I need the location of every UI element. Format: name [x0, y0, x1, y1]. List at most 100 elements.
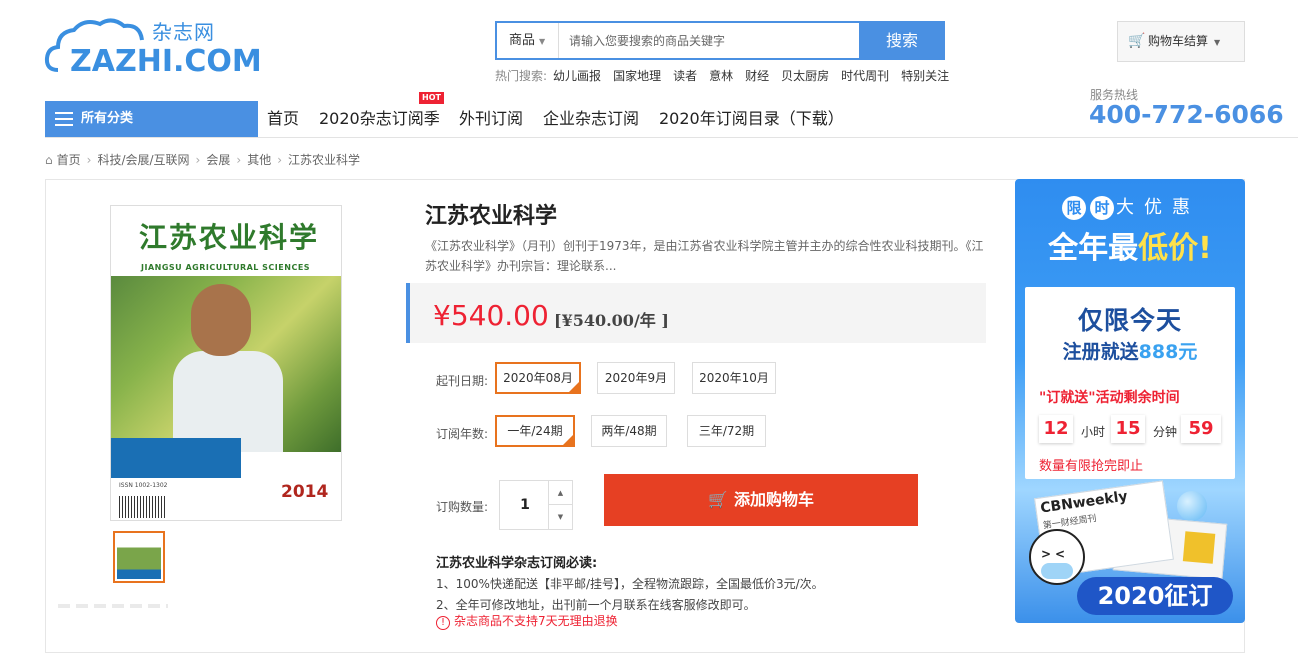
breadcrumb-item: 江苏农业科学	[288, 153, 361, 167]
cover-isbn: ISSN 1002-1302	[119, 482, 168, 489]
search-input[interactable]	[559, 23, 861, 58]
promo-headline-char: 限	[1062, 196, 1086, 220]
promo-lowest-price-a: 全年最	[1048, 231, 1139, 266]
cart-icon: 🛒	[1128, 33, 1146, 49]
breadcrumb: ⌂ 首页 › 科技/会展/互联网 › 会展 › 其他 › 江苏农业科学	[45, 151, 360, 168]
cover-thumbnail[interactable]	[113, 531, 165, 583]
decrement-icon[interactable]: ▼	[548, 505, 572, 529]
quantity-value[interactable]: 1	[500, 481, 550, 529]
promo-headline-char: 大	[1116, 197, 1144, 218]
promo-headline-char: 惠	[1172, 197, 1200, 218]
logo-text-cn: 杂志网	[152, 20, 215, 44]
countdown-label: "订就送"活动剩余时间	[1039, 390, 1180, 406]
search-button[interactable]: 搜索	[859, 21, 945, 60]
hot-keyword[interactable]: 读者	[673, 67, 697, 84]
nav-item-catalog-download[interactable]: 2020年订阅目录（下载）	[659, 101, 844, 137]
subscription-years-option[interactable]: 三年/72期	[687, 415, 766, 447]
promo-campaign: 2020征订	[1077, 577, 1233, 615]
promo-limited-text: 数量有限抢完即止	[1039, 459, 1144, 474]
hot-keyword[interactable]: 贝太厨房	[781, 67, 829, 84]
hot-keyword[interactable]: 特别关注	[901, 67, 949, 84]
cover-blue-band	[111, 438, 241, 478]
mascot-cow-icon: ><	[1029, 529, 1085, 585]
countdown-minutes-unit: 分钟	[1153, 425, 1178, 439]
breadcrumb-separator: ›	[86, 152, 92, 167]
add-to-cart-label: 添加购物车	[733, 490, 814, 509]
start-date-label: 起刊日期:	[436, 374, 489, 388]
breadcrumb-item[interactable]: 其他	[247, 151, 271, 168]
promo-lowest-price: 全年最低价!	[1015, 223, 1245, 267]
promo-banner[interactable]: 限时大优惠 全年最低价! 仅限今天 注册就送888元 "订就送"活动剩余时间 1…	[1015, 179, 1245, 623]
site-logo[interactable]: 杂志网 ZAZHI.COM	[44, 14, 262, 79]
info-icon: !	[436, 616, 450, 630]
start-date-option[interactable]: 2020年08月	[495, 362, 581, 395]
nav-item-foreign[interactable]: 外刊订阅	[459, 101, 523, 137]
start-date-option[interactable]: 2020年9月	[597, 362, 675, 394]
breadcrumb-item[interactable]: 科技/会展/互联网	[97, 151, 189, 168]
search-category-label: 商品	[509, 33, 536, 48]
breadcrumb-separator: ›	[277, 152, 283, 167]
subscription-years-option[interactable]: 两年/48期	[591, 415, 667, 447]
promo-register-text: 注册就送	[1062, 341, 1139, 363]
barcode-icon	[119, 496, 165, 518]
notes-item: 1、100%快递配送【非平邮/挂号】，全程物流跟踪，全国最低价3元/次。	[436, 577, 824, 591]
breadcrumb-separator: ›	[195, 152, 201, 167]
warning-text: 杂志商品不支持7天无理由退换	[454, 614, 618, 628]
cart-button[interactable]: 🛒 购物车结算 ▼	[1117, 21, 1245, 62]
nav-item-subscription-season[interactable]: 2020杂志订阅季	[319, 101, 440, 137]
search-category-select[interactable]: 商品 ▼	[497, 23, 559, 58]
countdown-hours: 12	[1039, 415, 1073, 443]
promo-card-subtitle: 注册就送888元	[1025, 337, 1235, 364]
chevron-down-icon: ▼	[539, 37, 546, 46]
nav-item-enterprise[interactable]: 企业杂志订阅	[543, 101, 639, 137]
product-description: 《江苏农业科学》（月刊）创刊于1973年，是由江苏省农业科学院主管并主办的综合性…	[425, 239, 984, 273]
nav-divider	[45, 137, 1298, 138]
hot-keyword[interactable]: 财经	[745, 67, 769, 84]
hot-keyword[interactable]: 意林	[709, 67, 733, 84]
promo-card: 仅限今天 注册就送888元 "订就送"活动剩余时间 12 小时 15 分钟 59…	[1025, 287, 1235, 479]
all-categories-button[interactable]: 所有分类	[45, 101, 258, 137]
countdown-minutes: 15	[1111, 415, 1145, 443]
breadcrumb-item[interactable]: 会展	[206, 151, 230, 168]
product-price: ¥540.00	[433, 299, 549, 332]
mascot-eyes: ><	[1041, 547, 1070, 561]
search-bar: 商品▼ 搜索	[495, 21, 945, 60]
mascot-nose	[1041, 563, 1073, 579]
promo-card-title: 仅限今天	[1077, 306, 1182, 335]
thumbnail-pager	[58, 604, 168, 608]
hot-keyword[interactable]: 国家地理	[613, 67, 661, 84]
hot-search-list: 热门搜索: 幼儿画报 国家地理 读者 意林 财经 贝太厨房 时代周刊 特别关注	[495, 67, 961, 84]
chevron-down-icon: ▼	[1214, 38, 1221, 47]
promo-register-amount: 888元	[1138, 341, 1198, 363]
quantity-label: 订购数量:	[436, 500, 489, 514]
cover-title: 江苏农业科学	[139, 221, 320, 254]
hotline-number: 400-772-6066	[1089, 100, 1284, 129]
nav-item-home[interactable]: 首页	[267, 101, 299, 137]
countdown-seconds: 59	[1181, 415, 1221, 443]
hot-keyword[interactable]: 时代周刊	[841, 67, 889, 84]
breadcrumb-separator: ›	[236, 152, 242, 167]
hot-badge: HOT	[419, 92, 444, 104]
hot-keyword[interactable]: 幼儿画报	[553, 67, 601, 84]
menu-icon	[55, 112, 73, 126]
hot-search-label: 热门搜索:	[495, 69, 548, 83]
all-categories-label: 所有分类	[81, 111, 134, 126]
home-icon: ⌂	[45, 152, 53, 167]
thumbnail-image	[117, 535, 161, 579]
increment-icon[interactable]: ▲	[548, 481, 572, 505]
start-date-option[interactable]: 2020年10月	[692, 362, 776, 394]
subscription-years-label: 订阅年数:	[436, 427, 489, 441]
add-to-cart-button[interactable]: 🛒 添加购物车	[604, 474, 918, 526]
magazine-cover-image[interactable]: 江苏农业科学 JIANGSU AGRICULTURAL SCIENCES ISS…	[110, 205, 342, 521]
cart-label: 购物车结算	[1148, 34, 1209, 48]
logo-text-en: ZAZHI.COM	[70, 44, 262, 79]
magazine-cover-thumb	[1182, 531, 1216, 564]
breadcrumb-item[interactable]: 首页	[57, 151, 81, 168]
subscription-notes: 江苏农业科学杂志订阅必读: 1、100%快递配送【非平邮/挂号】，全程物流跟踪，…	[436, 553, 824, 616]
cover-year: 2014	[281, 482, 329, 502]
cart-icon: 🛒	[708, 490, 728, 509]
price-per-year: [¥540.00/年 ]	[554, 311, 669, 330]
subscription-years-option[interactable]: 一年/24期	[495, 415, 575, 448]
promo-headline-char: 优	[1144, 197, 1172, 218]
quantity-stepper: 1 ▲ ▼	[499, 480, 573, 530]
